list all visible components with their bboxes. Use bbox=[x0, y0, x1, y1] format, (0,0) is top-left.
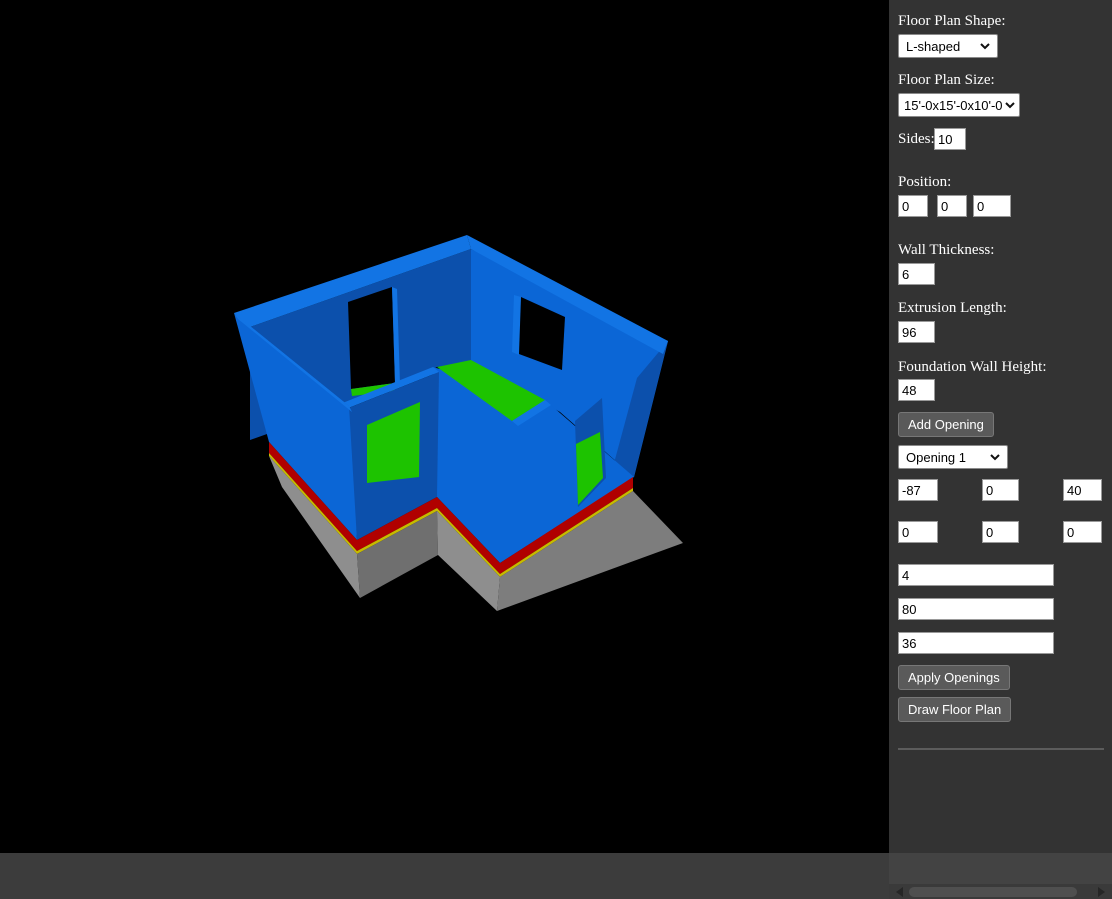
opening-select-value: Opening 1 bbox=[906, 449, 966, 465]
opening-param-3-input[interactable] bbox=[898, 632, 1054, 654]
floor-plan-shape-value: L-shaped bbox=[906, 38, 961, 54]
sides-input[interactable] bbox=[934, 128, 966, 150]
control-panel: Floor Plan Shape: L-shaped Floor Plan Si… bbox=[889, 0, 1112, 853]
opening-pos-z-input[interactable] bbox=[1063, 479, 1102, 501]
wall-thickness-label: Wall Thickness: bbox=[898, 242, 995, 258]
add-opening-button[interactable]: Add Opening bbox=[898, 412, 994, 437]
foundation-wall-height-label: Foundation Wall Height: bbox=[898, 359, 1047, 375]
opening-rot-y-input[interactable] bbox=[982, 521, 1019, 543]
floor-plan-3d-model bbox=[234, 235, 683, 611]
chevron-down-icon bbox=[980, 42, 990, 49]
floor-plan-shape-label: Floor Plan Shape: bbox=[898, 13, 1006, 29]
position-label: Position: bbox=[898, 174, 952, 190]
foundation-wall-height-input[interactable] bbox=[898, 379, 935, 401]
floor-plan-shape-select[interactable]: L-shaped bbox=[898, 34, 998, 58]
floor-plan-size-value: 15'-0x15'-0x10'-0 bbox=[904, 97, 1003, 113]
extrusion-length-label: Extrusion Length: bbox=[898, 300, 1007, 316]
opening-select[interactable]: Opening 1 bbox=[898, 445, 1008, 469]
apply-openings-button[interactable]: Apply Openings bbox=[898, 665, 1010, 690]
scroll-left-arrow-icon[interactable] bbox=[896, 887, 903, 897]
opening-rot-z-input[interactable] bbox=[1063, 521, 1102, 543]
opening-pos-y-input[interactable] bbox=[982, 479, 1019, 501]
horizontal-scrollbar[interactable] bbox=[889, 884, 1112, 899]
3d-viewport[interactable] bbox=[0, 0, 889, 853]
floor-plan-size-select[interactable]: 15'-0x15'-0x10'-0 bbox=[898, 93, 1020, 117]
chevron-down-icon bbox=[990, 453, 1000, 460]
draw-floor-plan-button[interactable]: Draw Floor Plan bbox=[898, 697, 1012, 722]
panel-divider bbox=[898, 748, 1104, 750]
floor-plan-size-label: Floor Plan Size: bbox=[898, 72, 995, 88]
position-y-input[interactable] bbox=[937, 195, 967, 217]
wall-thickness-input[interactable] bbox=[898, 263, 935, 285]
bottom-strip bbox=[0, 853, 889, 899]
extrusion-length-input[interactable] bbox=[898, 321, 935, 343]
model-door-opening bbox=[348, 287, 395, 389]
opening-param-1-input[interactable] bbox=[898, 564, 1054, 586]
sides-label: Sides: bbox=[898, 131, 935, 147]
scrollbar-thumb[interactable] bbox=[909, 887, 1077, 897]
chevron-down-icon bbox=[1004, 101, 1015, 108]
scroll-right-arrow-icon[interactable] bbox=[1098, 887, 1105, 897]
position-z-input[interactable] bbox=[973, 195, 1011, 217]
opening-rot-x-input[interactable] bbox=[898, 521, 938, 543]
opening-pos-x-input[interactable] bbox=[898, 479, 938, 501]
opening-param-2-input[interactable] bbox=[898, 598, 1054, 620]
app-window: Floor Plan Shape: L-shaped Floor Plan Si… bbox=[0, 0, 1112, 899]
position-x-input[interactable] bbox=[898, 195, 928, 217]
